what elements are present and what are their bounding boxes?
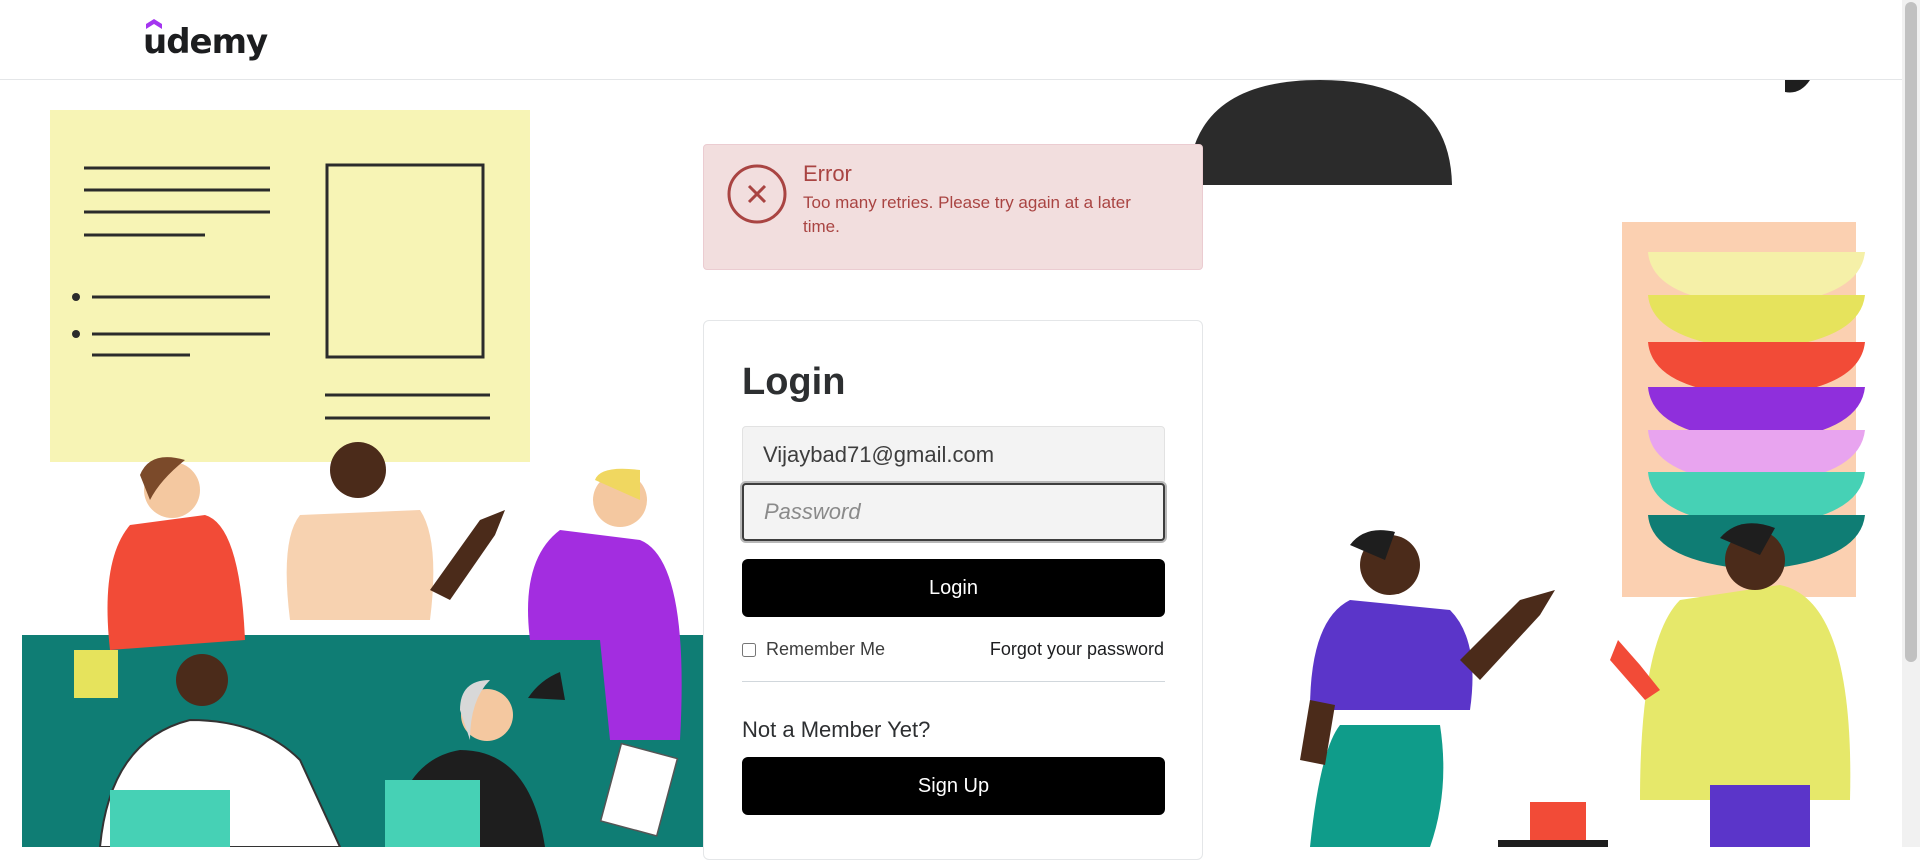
close-circle-icon	[727, 164, 787, 224]
remember-me-checkbox[interactable]	[742, 642, 756, 657]
logo-text: udemy	[143, 22, 268, 62]
email-field[interactable]	[742, 426, 1165, 484]
top-header: udemy	[0, 0, 1902, 80]
udemy-logo[interactable]: udemy	[143, 18, 268, 62]
error-message: Too many retries. Please try again at a …	[803, 193, 1131, 236]
remember-me[interactable]: Remember Me	[742, 639, 885, 660]
remember-me-label: Remember Me	[766, 639, 886, 659]
signup-button[interactable]: Sign Up	[742, 757, 1165, 815]
login-title: Login	[742, 361, 846, 403]
page-scrollbar[interactable]	[1902, 0, 1920, 847]
not-member-text: Not a Member Yet?	[742, 717, 931, 742]
login-button[interactable]: Login	[742, 559, 1165, 617]
color-bowls	[1648, 252, 1865, 570]
login-card: Login Login Remember Me Forgot your pass…	[703, 320, 1203, 860]
password-field[interactable]	[742, 483, 1165, 541]
scrollbar-thumb[interactable]	[1905, 2, 1917, 662]
forgot-password-link[interactable]: Forgot your password	[990, 639, 1164, 660]
top-dark-shape	[1188, 80, 1452, 185]
divider	[742, 681, 1165, 682]
left-poster	[50, 110, 530, 462]
error-title: Error	[803, 161, 852, 186]
right-people	[1300, 523, 1851, 847]
error-alert: Error Too many retries. Please try again…	[703, 144, 1203, 270]
